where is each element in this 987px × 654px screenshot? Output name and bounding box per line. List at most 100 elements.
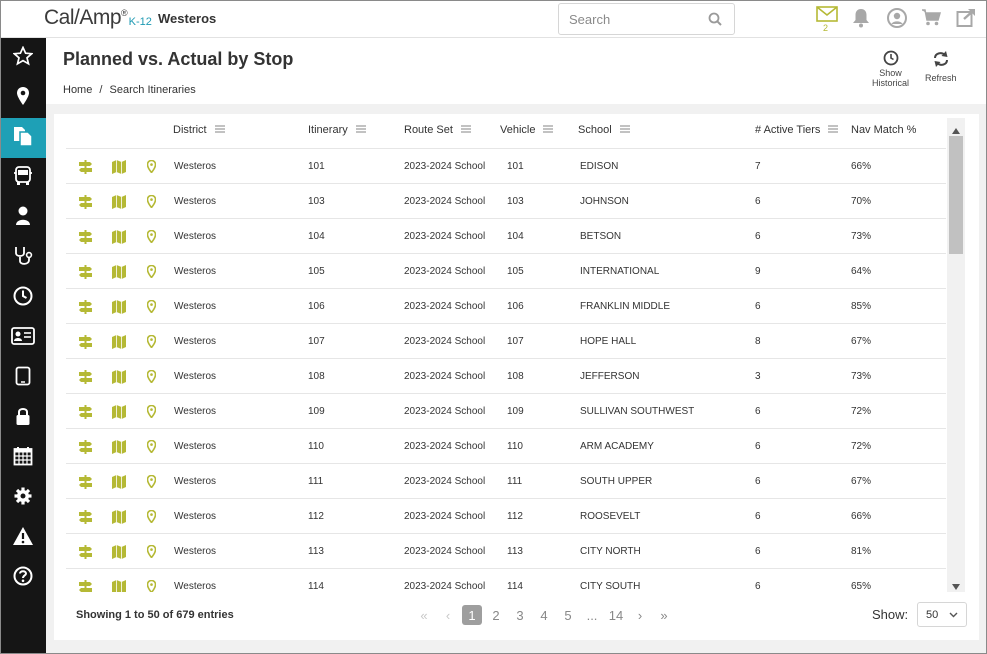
- route-signpost-icon[interactable]: [79, 510, 92, 529]
- route-signpost-icon[interactable]: [79, 580, 92, 592]
- map-icon[interactable]: [112, 195, 126, 214]
- calamp-logo[interactable]: Cal/Amp ® K-12: [44, 6, 152, 30]
- sidebar-item-vehicles[interactable]: [0, 158, 46, 198]
- route-signpost-icon[interactable]: [79, 475, 92, 494]
- search-icon[interactable]: [708, 12, 722, 31]
- page-button-5[interactable]: 5: [558, 605, 578, 625]
- location-pin-icon[interactable]: [146, 579, 157, 592]
- next-page-icon[interactable]: ›: [630, 605, 650, 625]
- table-row: Westeros 111 2023-2024 School 111 SOUTH UPPE…: [66, 464, 946, 499]
- route-signpost-icon[interactable]: [79, 335, 92, 354]
- route-signpost-icon[interactable]: [79, 440, 92, 459]
- column-menu-icon[interactable]: [355, 124, 366, 136]
- sidebar-item-help[interactable]: [0, 558, 46, 598]
- prev-page-icon[interactable]: ‹: [438, 605, 458, 625]
- route-signpost-icon[interactable]: [79, 230, 92, 249]
- cell-tiers: 6: [755, 196, 761, 207]
- column-menu-icon[interactable]: [543, 124, 554, 136]
- map-icon[interactable]: [112, 160, 126, 179]
- map-icon[interactable]: [112, 335, 126, 354]
- scroll-up-arrow-icon[interactable]: [951, 122, 961, 134]
- last-page-icon[interactable]: »: [654, 605, 674, 625]
- column-route-set[interactable]: Route Set: [404, 124, 471, 136]
- route-signpost-icon[interactable]: [79, 265, 92, 284]
- location-pin-icon[interactable]: [146, 334, 157, 353]
- external-link-icon[interactable]: [956, 8, 976, 33]
- location-pin-icon[interactable]: [146, 509, 157, 528]
- sidebar-item-calendar[interactable]: [0, 438, 46, 478]
- cell-tiers: 6: [755, 441, 761, 452]
- column-district[interactable]: District: [173, 124, 225, 136]
- column-menu-icon[interactable]: [214, 124, 225, 136]
- column-active-tiers[interactable]: # Active Tiers: [755, 124, 839, 136]
- cart-icon[interactable]: [921, 8, 941, 31]
- route-signpost-icon[interactable]: [79, 370, 92, 389]
- column-menu-icon[interactable]: [828, 124, 839, 136]
- route-signpost-icon[interactable]: [79, 195, 92, 214]
- column-vehicle[interactable]: Vehicle: [500, 124, 554, 136]
- table-scrollbar[interactable]: [947, 118, 965, 592]
- user-account-icon[interactable]: [887, 8, 907, 33]
- location-pin-icon[interactable]: [146, 194, 157, 213]
- first-page-icon[interactable]: «: [414, 605, 434, 625]
- cell-itinerary: 104: [308, 231, 325, 242]
- location-pin-icon[interactable]: [146, 404, 157, 423]
- page-size-label: Show:: [872, 607, 909, 622]
- sidebar-item-id-cards[interactable]: [0, 318, 46, 358]
- sidebar-item-devices[interactable]: [0, 358, 46, 398]
- bell-icon[interactable]: [852, 8, 870, 33]
- sidebar-item-alerts[interactable]: [0, 518, 46, 558]
- refresh-button[interactable]: Refresh: [925, 50, 957, 83]
- page-button-14[interactable]: 14: [606, 605, 626, 625]
- cell-nav: 85%: [851, 301, 872, 312]
- location-pin-icon[interactable]: [146, 299, 157, 318]
- cell-route-set: 2023-2024 School: [404, 161, 486, 172]
- scroll-down-arrow-icon[interactable]: [951, 578, 961, 590]
- location-pin-icon[interactable]: [146, 229, 157, 248]
- page-button-1[interactable]: 1: [462, 605, 482, 625]
- column-menu-icon[interactable]: [460, 124, 471, 136]
- page-size-select[interactable]: 50: [917, 602, 967, 627]
- location-pin-icon[interactable]: [146, 544, 157, 563]
- map-icon[interactable]: [112, 440, 126, 459]
- map-icon[interactable]: [112, 370, 126, 389]
- sidebar-item-reports[interactable]: [0, 118, 46, 158]
- page-button-4[interactable]: 4: [534, 605, 554, 625]
- map-icon[interactable]: [112, 405, 126, 424]
- sidebar-item-favorites[interactable]: [0, 38, 46, 78]
- location-pin-icon[interactable]: [146, 474, 157, 493]
- cell-nav: 70%: [851, 196, 872, 207]
- map-icon[interactable]: [112, 545, 126, 564]
- search-input[interactable]: [569, 11, 709, 27]
- sidebar-item-settings[interactable]: [0, 478, 46, 518]
- page-button-2[interactable]: 2: [486, 605, 506, 625]
- map-icon[interactable]: [112, 265, 126, 284]
- show-historical-button[interactable]: Show Historical: [872, 50, 909, 88]
- sidebar-item-students[interactable]: [0, 198, 46, 238]
- sidebar-item-history[interactable]: [0, 278, 46, 318]
- scrollbar-thumb[interactable]: [949, 136, 963, 254]
- map-icon[interactable]: [112, 300, 126, 319]
- column-nav-match[interactable]: Nav Match %: [851, 124, 916, 136]
- sidebar-item-locations[interactable]: [0, 78, 46, 118]
- page-button-3[interactable]: 3: [510, 605, 530, 625]
- location-pin-icon[interactable]: [146, 369, 157, 388]
- location-pin-icon[interactable]: [146, 159, 157, 178]
- route-signpost-icon[interactable]: [79, 405, 92, 424]
- route-signpost-icon[interactable]: [79, 545, 92, 564]
- breadcrumb-home[interactable]: Home: [63, 84, 92, 96]
- sidebar-item-security[interactable]: [0, 398, 46, 438]
- map-icon[interactable]: [112, 475, 126, 494]
- route-signpost-icon[interactable]: [79, 160, 92, 179]
- sidebar-item-health[interactable]: [0, 238, 46, 278]
- map-icon[interactable]: [112, 230, 126, 249]
- map-icon[interactable]: [112, 510, 126, 529]
- column-school[interactable]: School: [578, 124, 630, 136]
- location-pin-icon[interactable]: [146, 439, 157, 458]
- column-itinerary[interactable]: Itinerary: [308, 124, 366, 136]
- column-menu-icon[interactable]: [619, 124, 630, 136]
- route-signpost-icon[interactable]: [79, 300, 92, 319]
- cell-tiers: 6: [755, 581, 761, 592]
- map-icon[interactable]: [112, 580, 126, 592]
- location-pin-icon[interactable]: [146, 264, 157, 283]
